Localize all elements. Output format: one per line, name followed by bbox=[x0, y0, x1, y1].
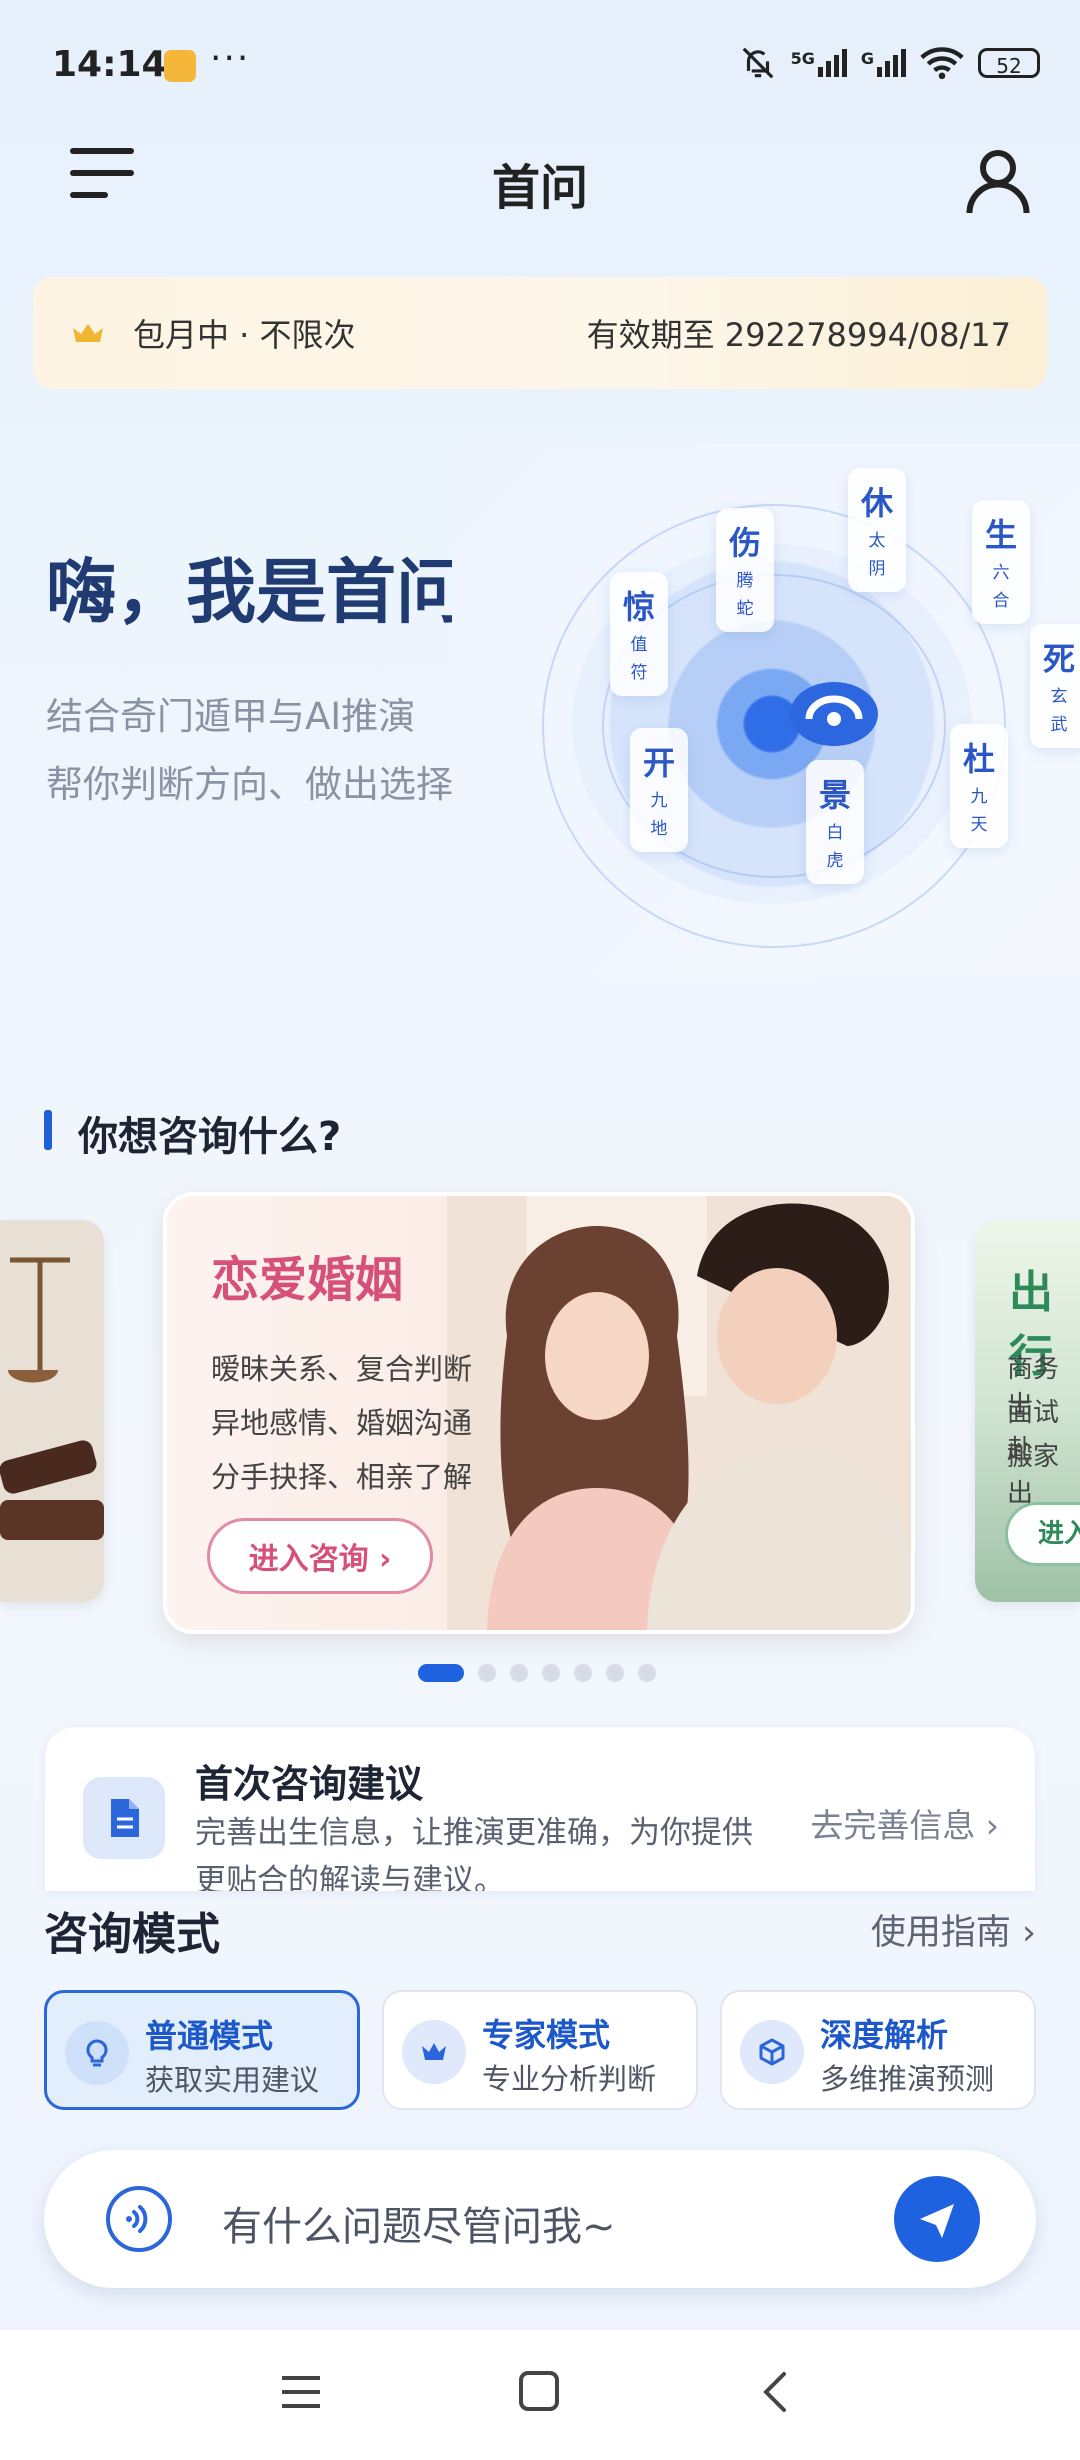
home-icon[interactable] bbox=[518, 2370, 560, 2412]
page-title: 首问 bbox=[491, 160, 588, 216]
ask-input-placeholder[interactable]: 有什么问题尽管问我~ bbox=[222, 2194, 616, 2252]
mode-expert-name: 专家模式 bbox=[482, 2016, 611, 2054]
back-icon[interactable] bbox=[760, 2370, 790, 2414]
usage-guide-link[interactable]: 使用指南 › bbox=[871, 1904, 1036, 1955]
section-accent-bar bbox=[44, 1110, 52, 1150]
gua-card-xiu: 休太阴 bbox=[848, 468, 906, 592]
recent-apps-icon[interactable] bbox=[280, 2372, 322, 2412]
ask-input-bar[interactable]: 有什么问题尽管问我~ bbox=[44, 2150, 1036, 2288]
carousel-card-law[interactable] bbox=[0, 1220, 104, 1602]
travel-card-line-3: 搬家出 bbox=[1007, 1442, 1060, 1509]
mode-deep-button[interactable]: 深度解析 多维推演预测 bbox=[720, 1990, 1036, 2110]
gua-card-kai: 开九地 bbox=[630, 728, 688, 852]
mode-deep-name: 深度解析 bbox=[820, 2016, 949, 2054]
qimen-illustration: 惊值符 伤腾蛇 休太阴 生六合 死玄武 杜九天 景白虎 开九地 bbox=[452, 444, 1080, 978]
advice-description: 完善出生信息，让推演更准确，为你提供更贴合的解读与建议。 bbox=[195, 1815, 753, 1891]
crown-icon bbox=[402, 2020, 466, 2084]
mode-expert-desc: 专业分析判断 bbox=[482, 2062, 657, 2096]
send-button[interactable] bbox=[894, 2176, 980, 2262]
gua-card-si: 死玄武 bbox=[1030, 624, 1080, 748]
cube-icon bbox=[740, 2020, 804, 2084]
enter-consult-button[interactable]: 进入咨询 › bbox=[207, 1518, 433, 1594]
membership-banner[interactable]: 包月中 · 不限次 有效期至 292278994/08/17 bbox=[33, 277, 1047, 389]
system-nav-bar bbox=[0, 2330, 1080, 2460]
wifi-icon bbox=[920, 47, 964, 80]
carousel-dot-2[interactable] bbox=[478, 1664, 496, 1682]
status-icons: 5G G 52 bbox=[739, 44, 1040, 82]
hero-subtitle: 结合奇门遁甲与AI推演 帮你判断方向、做出选择 bbox=[46, 683, 453, 819]
gua-card-sheng: 生六合 bbox=[972, 500, 1030, 624]
section-title: 你想咨询什么? bbox=[78, 1114, 342, 1160]
love-card-line-3: 分手抉择、相亲了解 bbox=[211, 1460, 473, 1494]
gua-card-shang: 伤腾蛇 bbox=[716, 508, 774, 632]
carousel-dot-7[interactable] bbox=[638, 1664, 656, 1682]
gua-card-jing: 惊值符 bbox=[610, 572, 668, 696]
user-icon[interactable] bbox=[962, 144, 1034, 216]
travel-enter-button[interactable]: 进入 bbox=[1005, 1502, 1080, 1566]
carousel-pagination bbox=[418, 1664, 656, 1682]
carousel-card-travel[interactable]: 出行 商务出 面试赴 搬家出 进入 bbox=[975, 1220, 1080, 1602]
mode-normal-desc: 获取实用建议 bbox=[145, 2063, 320, 2097]
gua-card-jing-landscape: 景白虎 bbox=[806, 760, 864, 884]
carousel-dot-5[interactable] bbox=[574, 1664, 592, 1682]
more-notifications-icon: ··· bbox=[210, 38, 251, 79]
complete-info-link[interactable]: 去完善信息 › bbox=[810, 1799, 999, 1847]
advice-title: 首次咨询建议 bbox=[195, 1762, 424, 1806]
network-5g-label: 5G bbox=[790, 49, 815, 68]
signal-g-icon: G bbox=[861, 49, 906, 77]
center-logo-icon bbox=[790, 682, 878, 746]
hero-subtitle-line-1: 结合奇门遁甲与AI推演 bbox=[46, 695, 416, 738]
mode-deep-desc: 多维推演预测 bbox=[820, 2062, 995, 2096]
lightbulb-icon bbox=[65, 2021, 129, 2085]
status-time: 14:14 bbox=[52, 44, 167, 85]
hero-subtitle-line-2: 帮你判断方向、做出选择 bbox=[46, 763, 453, 806]
scales-gavel-illustration bbox=[0, 1220, 104, 1602]
carousel-dot-6[interactable] bbox=[606, 1664, 624, 1682]
couple-illustration bbox=[447, 1196, 911, 1630]
send-icon bbox=[920, 2204, 954, 2238]
battery-icon: 52 bbox=[978, 48, 1040, 78]
membership-expiry: 有效期至 292278994/08/17 bbox=[586, 316, 1011, 354]
carousel-dot-3[interactable] bbox=[510, 1664, 528, 1682]
mode-normal-name: 普通模式 bbox=[145, 2017, 274, 2055]
network-g-label: G bbox=[860, 49, 874, 68]
document-icon bbox=[83, 1777, 165, 1859]
mute-bell-icon bbox=[742, 47, 773, 79]
membership-status: 包月中 · 不限次 bbox=[133, 316, 356, 354]
mode-section-title: 咨询模式 bbox=[44, 1909, 220, 1960]
voice-icon[interactable] bbox=[104, 2184, 174, 2254]
carousel-dot-4[interactable] bbox=[542, 1664, 560, 1682]
carousel-dot-1[interactable] bbox=[418, 1664, 464, 1682]
love-card-line-1: 暧昧关系、复合判断 bbox=[211, 1352, 473, 1386]
hero-title: 嗨，我是首问 bbox=[46, 551, 466, 633]
crown-icon bbox=[73, 324, 103, 342]
notification-app-icon bbox=[164, 50, 196, 82]
mode-expert-button[interactable]: 专家模式 专业分析判断 bbox=[382, 1990, 698, 2110]
mode-normal-button[interactable]: 普通模式 获取实用建议 bbox=[44, 1990, 360, 2110]
love-card-title: 恋爱婚姻 bbox=[211, 1252, 404, 1308]
carousel-card-love[interactable]: 恋爱婚姻 暧昧关系、复合判断 异地感情、婚姻沟通 分手抉择、相亲了解 进入咨询 … bbox=[163, 1192, 915, 1634]
signal-5g-icon: 5G bbox=[791, 49, 847, 77]
first-consult-card[interactable]: 首次咨询建议 完善出生信息，让推演更准确，为你提供更贴合的解读与建议。 去完善信… bbox=[45, 1727, 1035, 1891]
gua-card-du: 杜九天 bbox=[950, 724, 1008, 848]
love-card-line-2: 异地感情、婚姻沟通 bbox=[211, 1406, 473, 1440]
